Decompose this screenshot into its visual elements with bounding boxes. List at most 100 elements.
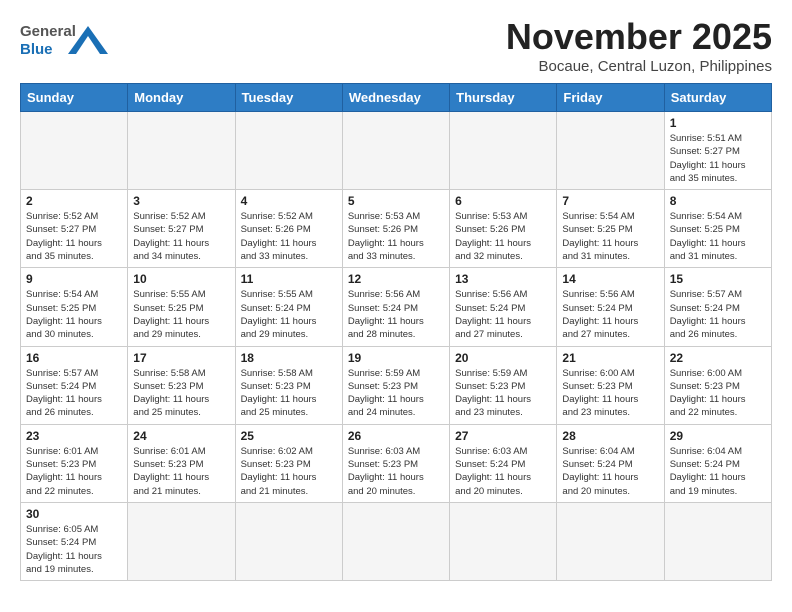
svg-text:Blue: Blue xyxy=(20,41,53,58)
day-info: Sunrise: 6:01 AM Sunset: 5:23 PM Dayligh… xyxy=(133,445,229,498)
weekday-header-monday: Monday xyxy=(128,84,235,112)
logo: General Blue xyxy=(20,16,110,68)
day-cell xyxy=(21,112,128,190)
day-number: 29 xyxy=(670,429,766,443)
day-number: 1 xyxy=(670,116,766,130)
day-cell: 30 Sunrise: 6:05 AM Sunset: 5:24 PM Dayli… xyxy=(21,502,128,580)
day-number: 27 xyxy=(455,429,551,443)
day-cell: 21Sunrise: 6:00 AM Sunset: 5:23 PM Dayli… xyxy=(557,346,664,424)
day-cell: 12Sunrise: 5:56 AM Sunset: 5:24 PM Dayli… xyxy=(342,268,449,346)
day-number: 28 xyxy=(562,429,658,443)
day-number: 25 xyxy=(241,429,337,443)
day-info: Sunrise: 5:54 AM Sunset: 5:25 PM Dayligh… xyxy=(562,210,658,263)
day-number: 5 xyxy=(348,194,444,208)
day-number: 26 xyxy=(348,429,444,443)
day-cell xyxy=(128,112,235,190)
day-info: Sunrise: 5:59 AM Sunset: 5:23 PM Dayligh… xyxy=(348,367,444,420)
day-cell: 16 Sunrise: 5:57 AM Sunset: 5:24 PM Dayli… xyxy=(21,346,128,424)
day-cell: 20 Sunrise: 5:59 AM Sunset: 5:23 PM Dayli… xyxy=(450,346,557,424)
day-cell xyxy=(128,502,235,580)
day-cell: 27 Sunrise: 6:03 AM Sunset: 5:24 PM Dayli… xyxy=(450,424,557,502)
day-number: 17 xyxy=(133,351,229,365)
day-number: 23 xyxy=(26,429,122,443)
day-cell xyxy=(342,112,449,190)
calendar-table: SundayMondayTuesdayWednesdayThursdayFrid… xyxy=(20,83,772,581)
logo-icon: General Blue xyxy=(20,16,110,68)
day-info: Sunrise: 6:03 AM Sunset: 5:24 PM Dayligh… xyxy=(455,445,551,498)
day-number: 24 xyxy=(133,429,229,443)
day-info: Sunrise: 6:04 AM Sunset: 5:24 PM Dayligh… xyxy=(562,445,658,498)
day-number: 11 xyxy=(241,272,337,286)
day-cell: 24 Sunrise: 6:01 AM Sunset: 5:23 PM Dayli… xyxy=(128,424,235,502)
weekday-header-saturday: Saturday xyxy=(664,84,771,112)
week-row-2: 2 Sunrise: 5:52 AM Sunset: 5:27 PM Daylig… xyxy=(21,190,772,268)
day-cell: 15Sunrise: 5:57 AM Sunset: 5:24 PM Dayli… xyxy=(664,268,771,346)
day-cell: 4 Sunrise: 5:52 AM Sunset: 5:26 PM Daylig… xyxy=(235,190,342,268)
day-cell xyxy=(342,502,449,580)
day-number: 9 xyxy=(26,272,122,286)
weekday-header-sunday: Sunday xyxy=(21,84,128,112)
day-number: 3 xyxy=(133,194,229,208)
day-number: 20 xyxy=(455,351,551,365)
day-cell: 6Sunrise: 5:53 AM Sunset: 5:26 PM Daylig… xyxy=(450,190,557,268)
day-info: Sunrise: 5:58 AM Sunset: 5:23 PM Dayligh… xyxy=(133,367,229,420)
day-info: Sunrise: 6:00 AM Sunset: 5:23 PM Dayligh… xyxy=(670,367,766,420)
day-cell: 5 Sunrise: 5:53 AM Sunset: 5:26 PM Daylig… xyxy=(342,190,449,268)
day-number: 10 xyxy=(133,272,229,286)
day-info: Sunrise: 5:54 AM Sunset: 5:25 PM Dayligh… xyxy=(26,288,122,341)
day-cell: 10Sunrise: 5:55 AM Sunset: 5:25 PM Dayli… xyxy=(128,268,235,346)
day-cell xyxy=(235,112,342,190)
day-number: 21 xyxy=(562,351,658,365)
day-number: 8 xyxy=(670,194,766,208)
day-cell: 3Sunrise: 5:52 AM Sunset: 5:27 PM Daylig… xyxy=(128,190,235,268)
day-info: Sunrise: 5:59 AM Sunset: 5:23 PM Dayligh… xyxy=(455,367,551,420)
day-cell: 14Sunrise: 5:56 AM Sunset: 5:24 PM Dayli… xyxy=(557,268,664,346)
day-info: Sunrise: 5:56 AM Sunset: 5:24 PM Dayligh… xyxy=(455,288,551,341)
day-cell: 9 Sunrise: 5:54 AM Sunset: 5:25 PM Daylig… xyxy=(21,268,128,346)
week-row-3: 9 Sunrise: 5:54 AM Sunset: 5:25 PM Daylig… xyxy=(21,268,772,346)
day-info: Sunrise: 6:02 AM Sunset: 5:23 PM Dayligh… xyxy=(241,445,337,498)
day-info: Sunrise: 5:58 AM Sunset: 5:23 PM Dayligh… xyxy=(241,367,337,420)
weekday-header-row: SundayMondayTuesdayWednesdayThursdayFrid… xyxy=(21,84,772,112)
day-cell: 11 Sunrise: 5:55 AM Sunset: 5:24 PM Dayli… xyxy=(235,268,342,346)
weekday-header-friday: Friday xyxy=(557,84,664,112)
day-info: Sunrise: 6:01 AM Sunset: 5:23 PM Dayligh… xyxy=(26,445,122,498)
day-cell: 18 Sunrise: 5:58 AM Sunset: 5:23 PM Dayli… xyxy=(235,346,342,424)
day-number: 22 xyxy=(670,351,766,365)
day-info: Sunrise: 5:55 AM Sunset: 5:24 PM Dayligh… xyxy=(241,288,337,341)
day-number: 14 xyxy=(562,272,658,286)
week-row-4: 16 Sunrise: 5:57 AM Sunset: 5:24 PM Dayli… xyxy=(21,346,772,424)
weekday-header-tuesday: Tuesday xyxy=(235,84,342,112)
svg-text:General: General xyxy=(20,23,76,40)
day-cell xyxy=(557,112,664,190)
day-cell xyxy=(664,502,771,580)
day-cell: 7Sunrise: 5:54 AM Sunset: 5:25 PM Daylig… xyxy=(557,190,664,268)
day-cell: 28 Sunrise: 6:04 AM Sunset: 5:24 PM Dayli… xyxy=(557,424,664,502)
day-info: Sunrise: 5:52 AM Sunset: 5:26 PM Dayligh… xyxy=(241,210,337,263)
day-info: Sunrise: 5:57 AM Sunset: 5:24 PM Dayligh… xyxy=(26,367,122,420)
day-info: Sunrise: 5:51 AM Sunset: 5:27 PM Dayligh… xyxy=(670,132,766,185)
day-number: 16 xyxy=(26,351,122,365)
day-number: 4 xyxy=(241,194,337,208)
day-info: Sunrise: 6:05 AM Sunset: 5:24 PM Dayligh… xyxy=(26,523,122,576)
day-info: Sunrise: 5:52 AM Sunset: 5:27 PM Dayligh… xyxy=(26,210,122,263)
day-cell: 1 Sunrise: 5:51 AM Sunset: 5:27 PM Daylig… xyxy=(664,112,771,190)
weekday-header-wednesday: Wednesday xyxy=(342,84,449,112)
day-cell: 8Sunrise: 5:54 AM Sunset: 5:25 PM Daylig… xyxy=(664,190,771,268)
day-number: 30 xyxy=(26,507,122,521)
day-cell: 22 Sunrise: 6:00 AM Sunset: 5:23 PM Dayli… xyxy=(664,346,771,424)
day-number: 18 xyxy=(241,351,337,365)
day-number: 6 xyxy=(455,194,551,208)
day-cell: 26Sunrise: 6:03 AM Sunset: 5:23 PM Dayli… xyxy=(342,424,449,502)
month-title: November 2025 xyxy=(506,16,772,58)
day-cell: 23 Sunrise: 6:01 AM Sunset: 5:23 PM Dayli… xyxy=(21,424,128,502)
day-number: 19 xyxy=(348,351,444,365)
day-info: Sunrise: 6:04 AM Sunset: 5:24 PM Dayligh… xyxy=(670,445,766,498)
day-info: Sunrise: 5:56 AM Sunset: 5:24 PM Dayligh… xyxy=(348,288,444,341)
day-info: Sunrise: 5:53 AM Sunset: 5:26 PM Dayligh… xyxy=(348,210,444,263)
day-number: 2 xyxy=(26,194,122,208)
day-cell: 19 Sunrise: 5:59 AM Sunset: 5:23 PM Dayli… xyxy=(342,346,449,424)
day-cell xyxy=(450,502,557,580)
day-cell: 2 Sunrise: 5:52 AM Sunset: 5:27 PM Daylig… xyxy=(21,190,128,268)
location-title: Bocaue, Central Luzon, Philippines xyxy=(506,58,772,75)
